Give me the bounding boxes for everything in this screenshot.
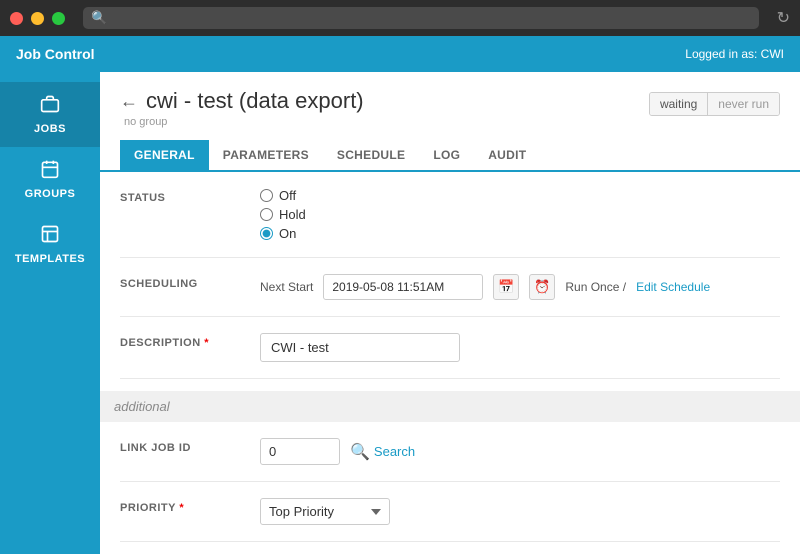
run-once-text: Run Once / bbox=[565, 280, 626, 294]
tab-bar: GENERAL PARAMETERS SCHEDULE LOG AUDIT bbox=[100, 140, 800, 172]
badge-never-run: never run bbox=[708, 93, 779, 115]
additional-section: additional bbox=[100, 391, 800, 422]
status-on-radio[interactable] bbox=[260, 227, 273, 240]
status-section: STATUS Off Hold On bbox=[120, 172, 780, 258]
priority-section: PRIORITY * Top Priority High Normal Low bbox=[120, 482, 780, 542]
sidebar-item-groups[interactable]: GROUPS bbox=[0, 147, 100, 212]
priority-controls: Top Priority High Normal Low bbox=[260, 498, 780, 525]
search-label: Search bbox=[374, 444, 415, 459]
job-title: cwi - test (data export) bbox=[146, 88, 364, 114]
link-job-row: 🔍 Search bbox=[260, 438, 780, 465]
status-controls: Off Hold On bbox=[260, 188, 780, 241]
link-job-section: LINK JOB ID 🔍 Search bbox=[120, 422, 780, 482]
link-job-label: LINK JOB ID bbox=[120, 438, 220, 454]
tab-audit[interactable]: AUDIT bbox=[474, 140, 540, 172]
priority-label: PRIORITY * bbox=[120, 498, 220, 514]
status-hold-radio[interactable] bbox=[260, 208, 273, 221]
app-title: Job Control bbox=[16, 46, 95, 62]
page-header: ← cwi - test (data export) no group wait… bbox=[100, 72, 800, 132]
page-title-area: ← cwi - test (data export) no group bbox=[120, 88, 364, 128]
description-required-star: * bbox=[204, 337, 209, 349]
scheduling-label: SCHEDULING bbox=[120, 274, 220, 290]
status-label: STATUS bbox=[120, 188, 220, 204]
form-content: STATUS Off Hold On bbox=[100, 172, 800, 554]
sidebar-groups-label: GROUPS bbox=[25, 188, 76, 200]
tab-log[interactable]: LOG bbox=[419, 140, 474, 172]
description-label: DESCRIPTION * bbox=[120, 333, 220, 349]
status-hold-label: Hold bbox=[279, 207, 306, 222]
status-on-label: On bbox=[279, 226, 296, 241]
status-radio-group: Off Hold On bbox=[260, 188, 780, 241]
status-off-label: Off bbox=[279, 188, 296, 203]
main-layout: JOBS GROUPS TEMPLATES bbox=[0, 72, 800, 554]
scheduling-section: SCHEDULING Next Start 📅 ⏰ Run Once / Edi… bbox=[120, 258, 780, 317]
status-hold-option[interactable]: Hold bbox=[260, 207, 780, 222]
close-button[interactable] bbox=[10, 12, 23, 25]
title-bar: 🔍 ↻ bbox=[0, 0, 800, 36]
briefcase-icon bbox=[40, 94, 60, 119]
search-icon: 🔍 bbox=[91, 10, 107, 26]
group-label: no group bbox=[120, 116, 364, 128]
app-header: Job Control Logged in as: CWI bbox=[0, 36, 800, 72]
next-start-label: Next Start bbox=[260, 280, 313, 294]
status-badge: waiting never run bbox=[649, 92, 780, 116]
clock-icon-button[interactable]: ⏰ bbox=[529, 274, 555, 300]
priority-required-star: * bbox=[179, 502, 184, 514]
edit-schedule-link[interactable]: Edit Schedule bbox=[636, 280, 710, 294]
sidebar: JOBS GROUPS TEMPLATES bbox=[0, 72, 100, 554]
scheduling-row: Next Start 📅 ⏰ Run Once / Edit Schedule bbox=[260, 274, 780, 300]
description-input[interactable] bbox=[260, 333, 460, 362]
minimize-button[interactable] bbox=[31, 12, 44, 25]
status-off-option[interactable]: Off bbox=[260, 188, 780, 203]
sidebar-templates-label: TEMPLATES bbox=[15, 253, 85, 265]
link-job-controls: 🔍 Search bbox=[260, 438, 780, 465]
badge-waiting: waiting bbox=[650, 93, 708, 115]
status-on-option[interactable]: On bbox=[260, 226, 780, 241]
maximize-button[interactable] bbox=[52, 12, 65, 25]
link-job-input[interactable] bbox=[260, 438, 340, 465]
calendar-icon-button[interactable]: 📅 bbox=[493, 274, 519, 300]
search-button[interactable]: 🔍 Search bbox=[350, 442, 415, 462]
search-circle-icon: 🔍 bbox=[350, 442, 370, 462]
next-start-input[interactable] bbox=[323, 274, 483, 300]
status-off-radio[interactable] bbox=[260, 189, 273, 202]
sidebar-jobs-label: JOBS bbox=[34, 123, 66, 135]
page-title: ← cwi - test (data export) bbox=[120, 88, 364, 114]
back-arrow-icon[interactable]: ← bbox=[120, 91, 138, 112]
description-section: DESCRIPTION * bbox=[120, 317, 780, 379]
sidebar-item-jobs[interactable]: JOBS bbox=[0, 82, 100, 147]
sidebar-item-templates[interactable]: TEMPLATES bbox=[0, 212, 100, 277]
templates-icon bbox=[40, 224, 60, 249]
tab-parameters[interactable]: PARAMETERS bbox=[209, 140, 323, 172]
refresh-icon[interactable]: ↻ bbox=[777, 8, 790, 28]
main-content: ← cwi - test (data export) no group wait… bbox=[100, 72, 800, 554]
groups-icon bbox=[40, 159, 60, 184]
tab-general[interactable]: GENERAL bbox=[120, 140, 209, 172]
scheduling-controls: Next Start 📅 ⏰ Run Once / Edit Schedule bbox=[260, 274, 780, 300]
tab-schedule[interactable]: SCHEDULE bbox=[323, 140, 419, 172]
additional-label: additional bbox=[114, 399, 170, 414]
description-controls bbox=[260, 333, 780, 362]
logged-in-label: Logged in as: CWI bbox=[685, 47, 784, 61]
search-bar: 🔍 bbox=[83, 7, 759, 29]
priority-select[interactable]: Top Priority High Normal Low bbox=[260, 498, 390, 525]
